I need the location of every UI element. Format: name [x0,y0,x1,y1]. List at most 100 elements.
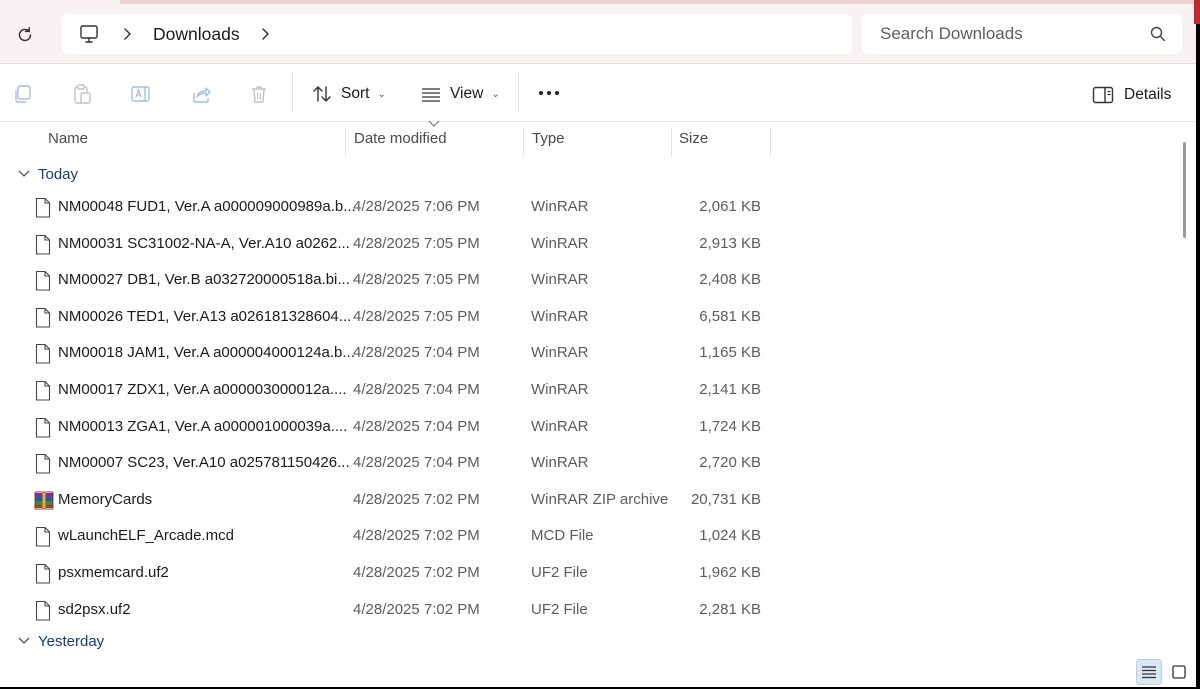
address-bar[interactable]: Downloads [62,14,852,54]
tiles-view-icon [1172,665,1186,679]
file-row[interactable]: MemoryCards 4/28/2025 7:02 PM WinRAR ZIP a… [0,482,1176,518]
file-name: NM00048 FUD1, Ver.A a000009000989a.b... [58,198,356,215]
divider [292,72,293,112]
file-name: NM00026 TED1, Ver.A13 a026181328604... [58,307,352,325]
more-options-icon[interactable] [536,88,562,98]
rename-icon[interactable] [130,83,152,105]
file-row[interactable]: NM00048 FUD1, Ver.A a000009000989a.b... 4… [0,189,1176,225]
file-date-modified: 4/28/2025 7:02 PM [353,564,480,581]
file-row[interactable]: NM00013 ZGA1, Ver.A a000001000039a.... 4/… [0,409,1176,445]
chevron-right-icon[interactable] [258,25,272,43]
file-name: sd2psx.uf2 [58,600,131,618]
column-name[interactable]: Name [36,128,346,156]
column-type[interactable]: Type [524,128,672,156]
file-name: NM00017 ZDX1, Ver.A a000003000012a.... [58,381,347,398]
file-row[interactable]: psxmemcard.uf2 4/28/2025 7:02 PM UF2 File 1… [0,555,1176,591]
winrar-archive-icon [34,490,54,512]
search-input[interactable]: Search Downloads [862,14,1182,54]
share-icon[interactable] [190,83,212,105]
column-header-row: Name Date modified Type Size [0,120,1176,156]
chevron-down-icon: ⌄ [377,88,386,100]
command-bar: Sort ⌄ View ⌄ Details [0,64,1196,122]
file-type: WinRAR [531,198,589,215]
search-placeholder: Search Downloads [880,24,1023,43]
file-type: WinRAR [531,417,589,435]
column-size-label: Size [679,130,709,147]
view-toggle-group [1134,657,1196,687]
file-name: NM00031 SC31002-NA-A, Ver.A10 a0262... [58,234,350,252]
details-pane-icon [1092,86,1114,104]
column-name-label: Name [48,130,89,147]
file-type: MCD File [531,527,594,545]
tiles-view-toggle[interactable] [1166,659,1192,685]
delete-icon[interactable] [248,83,270,105]
refresh-button[interactable] [12,22,38,48]
file-icon [34,197,52,219]
view-label: View [450,85,484,102]
scrollbar-thumb[interactable] [1183,142,1186,238]
file-row[interactable]: NM00026 TED1, Ver.A13 a026181328604... 4/… [0,299,1176,335]
group-header-yesterday[interactable]: Yesterday [18,629,104,653]
details-label: Details [1124,86,1172,103]
view-icon [422,88,440,102]
details-view-toggle[interactable] [1136,659,1162,685]
chevron-down-icon [18,170,30,177]
file-type: WinRAR [531,381,589,398]
file-type: WinRAR [531,344,589,362]
file-name: NM00013 ZGA1, Ver.A a000001000039a.... [58,417,348,435]
refresh-icon [18,27,32,42]
file-icon [34,453,52,475]
chevron-right-icon[interactable] [120,25,134,43]
paste-icon[interactable] [71,83,93,105]
sort-indicator-icon [428,120,440,127]
file-icon [34,417,52,439]
breadcrumb-downloads[interactable]: Downloads [153,24,240,45]
copy-icon[interactable] [12,83,34,105]
file-type: WinRAR [531,454,589,472]
column-type-label: Type [532,130,565,147]
search-icon [1150,26,1166,42]
divider [518,72,519,112]
file-size: 2,281 KB [699,600,761,618]
details-view-icon [1142,666,1156,679]
file-icon [34,343,52,365]
file-name: wLaunchELF_Arcade.mcd [58,527,234,545]
file-icon [34,307,52,329]
file-size: 2,720 KB [699,454,761,472]
file-icon [34,270,52,292]
file-name: NM00018 JAM1, Ver.A a000004000124a.b... [58,344,355,362]
file-name: psxmemcard.uf2 [58,564,169,581]
this-pc-icon[interactable] [78,23,100,45]
file-date-modified: 4/28/2025 7:06 PM [353,198,480,215]
file-row[interactable]: NM00007 SC23, Ver.A10 a025781150426... 4/… [0,445,1176,481]
details-pane-button[interactable]: Details [1092,83,1171,107]
file-row[interactable]: sd2psx.uf2 4/28/2025 7:02 PM UF2 File 2,281… [0,592,1176,628]
file-size: 2,408 KB [699,271,761,289]
column-size[interactable]: Size [672,128,771,156]
chevron-down-icon [18,637,30,644]
group-header-today[interactable]: Today [18,162,78,186]
file-date-modified: 4/28/2025 7:02 PM [353,490,480,508]
file-row[interactable]: wLaunchELF_Arcade.mcd 4/28/2025 7:02 PM MC… [0,518,1176,554]
file-date-modified: 4/28/2025 7:05 PM [353,271,480,289]
file-row[interactable]: NM00018 JAM1, Ver.A a000004000124a.b... 4… [0,335,1176,371]
sort-button[interactable]: Sort ⌄ [311,80,386,108]
file-size: 2,141 KB [699,381,761,398]
file-name: NM00027 DB1, Ver.B a032720000518a.bi... [58,271,350,289]
file-icon [34,563,52,585]
sort-label: Sort [341,85,370,102]
column-date-modified[interactable]: Date modified [346,128,524,156]
file-name: MemoryCards [58,490,153,508]
file-icon [34,380,52,402]
view-button[interactable]: View ⌄ [420,80,500,108]
vertical-scrollbar[interactable] [1176,122,1196,656]
file-row[interactable]: NM00031 SC31002-NA-A, Ver.A10 a0262... 4/… [0,226,1176,262]
file-row[interactable]: NM00027 DB1, Ver.B a032720000518a.bi... 4… [0,262,1176,298]
file-type: WinRAR ZIP archive [531,490,669,508]
file-size: 2,061 KB [699,198,761,215]
file-explorer-window: Downloads Search Downloads Sort ⌄ View ⌄… [0,0,1196,687]
file-size: 6,581 KB [699,307,761,325]
file-date-modified: 4/28/2025 7:04 PM [353,417,480,435]
file-row[interactable]: NM00017 ZDX1, Ver.A a000003000012a.... 4/… [0,372,1176,408]
window-edge-accent [1194,0,1200,24]
